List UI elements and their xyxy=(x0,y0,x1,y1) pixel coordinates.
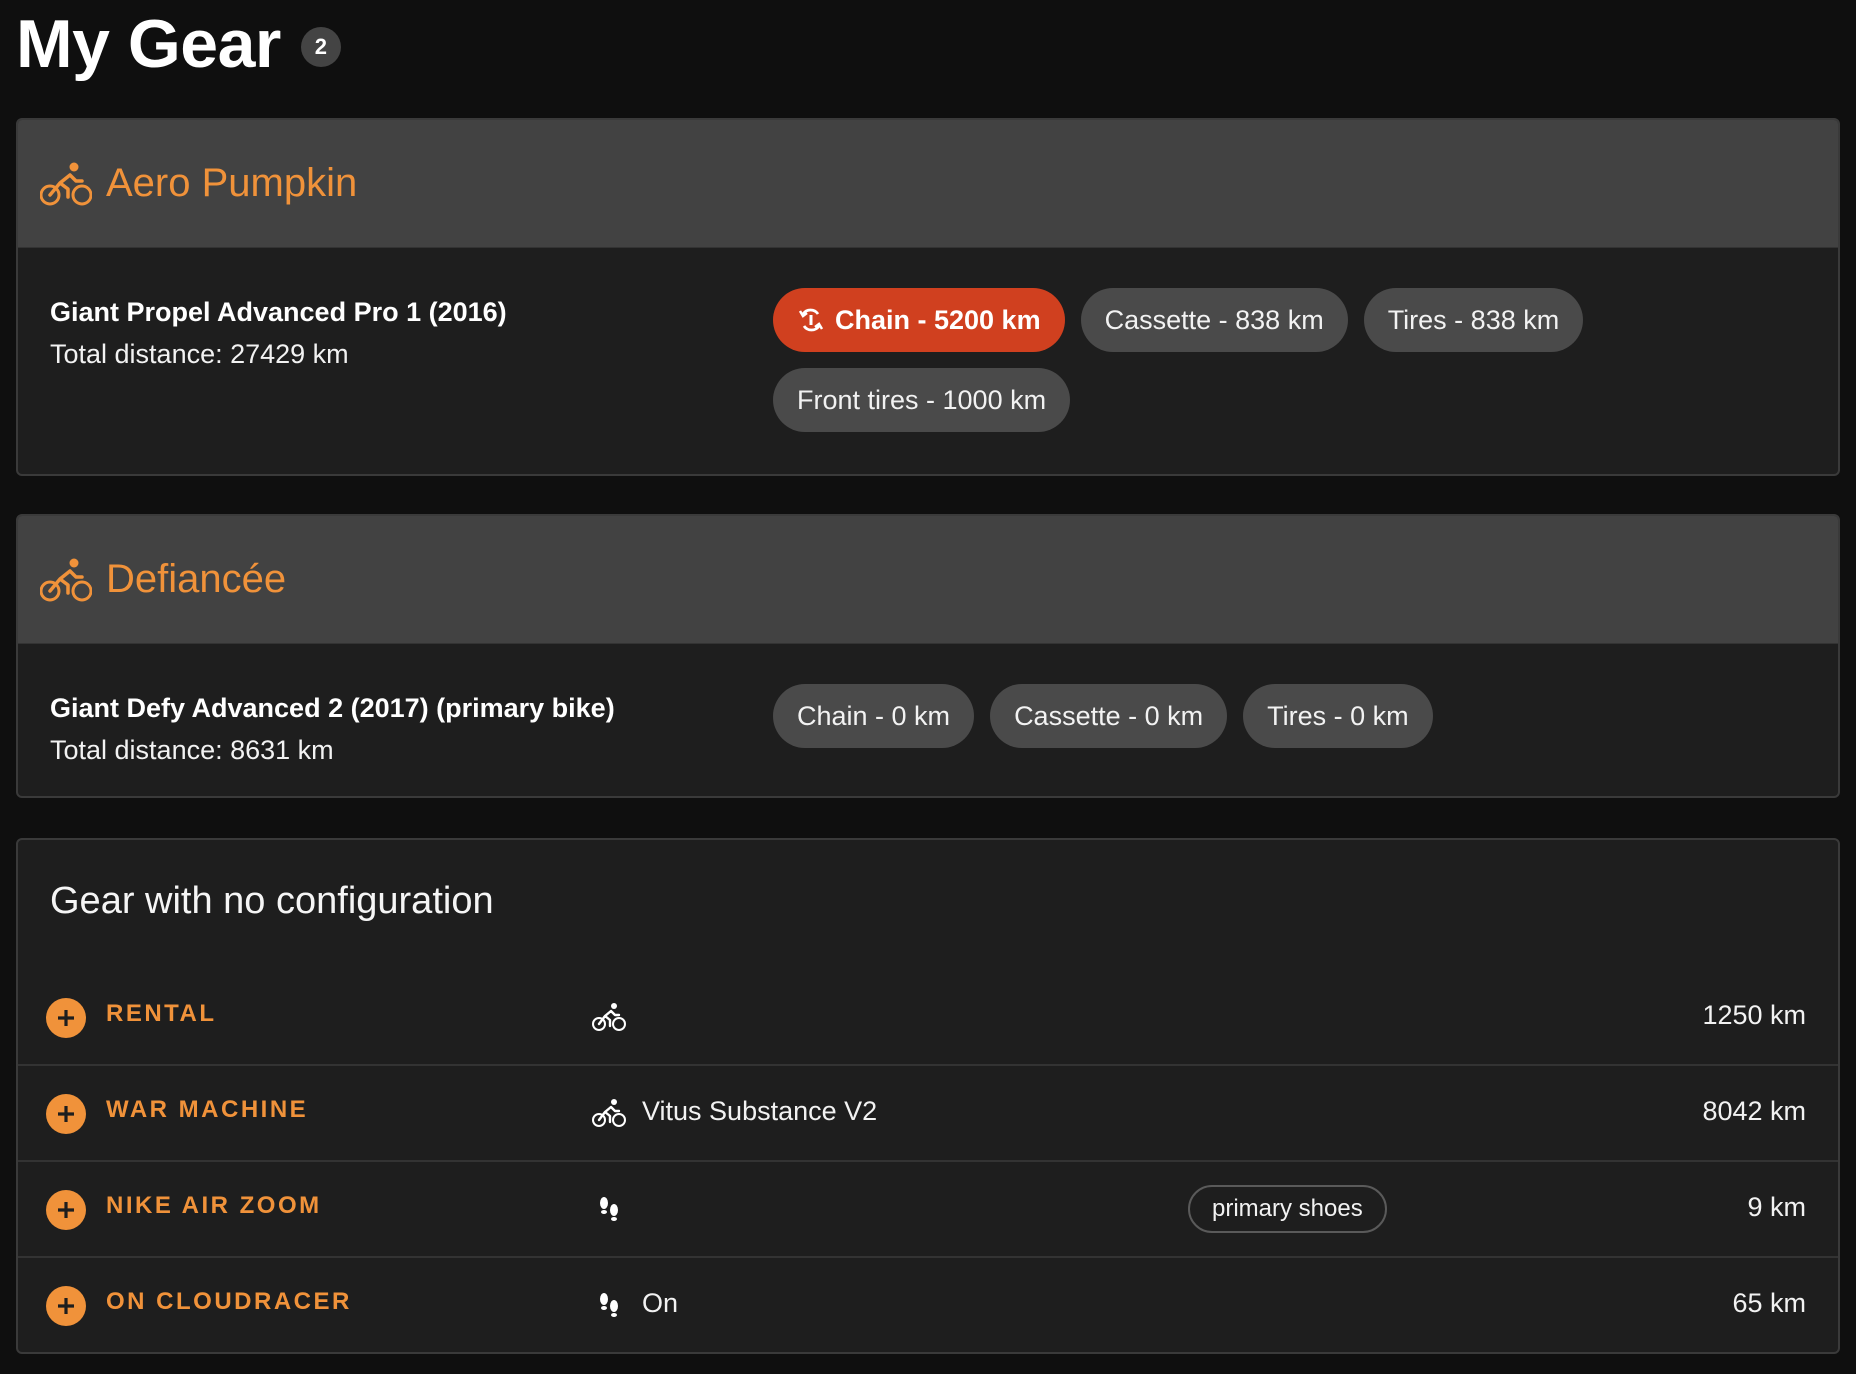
add-config-button[interactable] xyxy=(46,1190,86,1230)
component-chip-front-tires[interactable]: Front tires - 1000 km xyxy=(773,368,1071,432)
bike-total-distance: Total distance: 27429 km xyxy=(50,339,349,369)
component-chip-tires[interactable]: Tires - 0 km xyxy=(1243,684,1433,748)
plus-icon xyxy=(58,1202,74,1218)
gear-name: ON CLOUDRACER xyxy=(106,1288,352,1315)
no-config-title: Gear with no configuration xyxy=(50,880,494,922)
plus-icon xyxy=(58,1298,74,1314)
gear-distance: 1250 km xyxy=(1702,1000,1806,1030)
bike-name: Aero Pumpkin xyxy=(106,161,358,205)
component-chip-cassette[interactable]: Cassette - 838 km xyxy=(1080,288,1348,352)
gear-card-header[interactable]: Aero Pumpkin xyxy=(18,120,1838,248)
add-config-button[interactable] xyxy=(46,998,86,1038)
page-header: My Gear 2 xyxy=(16,4,341,84)
gear-name: RENTAL xyxy=(106,1000,217,1027)
gear-card-aero-pumpkin[interactable]: Aero Pumpkin Giant Propel Advanced Pro 1… xyxy=(16,118,1840,476)
page-title: My Gear xyxy=(16,6,281,82)
footprints-icon xyxy=(600,1293,618,1317)
gear-name: NIKE AIR ZOOM xyxy=(106,1192,322,1219)
gear-row-rental[interactable]: RENTAL 1250 km xyxy=(18,970,1838,1066)
component-chips: Chain - 0 km Cassette - 0 km Tires - 0 k… xyxy=(773,684,1733,748)
footprints-icon xyxy=(600,1197,618,1221)
my-gear-page: My Gear 2 Aero Pumpkin Giant Propel Adva… xyxy=(0,0,1856,1374)
bike-icon xyxy=(40,162,92,205)
bike-icon xyxy=(592,1099,626,1127)
gear-distance: 9 km xyxy=(1747,1192,1806,1222)
primary-shoes-tag: primary shoes xyxy=(1188,1185,1387,1233)
bike-model: Giant Defy Advanced 2 (2017) (primary bi… xyxy=(50,693,615,723)
gear-row-nike-air-zoom[interactable]: NIKE AIR ZOOM primary shoes 9 km xyxy=(18,1162,1838,1258)
bike-icon xyxy=(40,558,92,601)
gear-count-badge: 2 xyxy=(300,27,341,67)
bike-icon xyxy=(592,1003,626,1031)
gear-distance: 8042 km xyxy=(1702,1096,1806,1126)
gear-name: WAR MACHINE xyxy=(106,1096,309,1123)
bike-name: Defiancée xyxy=(106,557,287,601)
gear-row-war-machine[interactable]: WAR MACHINE Vitus Substance V2 8042 km xyxy=(18,1066,1838,1162)
replace-icon xyxy=(798,308,824,332)
component-chip-label: Front tires - 1000 km xyxy=(797,384,1047,415)
gear-card-defiancee[interactable]: Defiancée Giant Defy Advanced 2 (2017) (… xyxy=(16,514,1840,798)
component-chip-label: Cassette - 838 km xyxy=(1104,304,1324,335)
component-chip-tires[interactable]: Tires - 838 km xyxy=(1363,288,1584,352)
gear-model: On xyxy=(642,1288,679,1318)
component-chip-chain[interactable]: Chain - 5200 km xyxy=(773,288,1065,352)
component-chip-label: Chain - 0 km xyxy=(797,700,951,731)
component-chip-label: Chain - 5200 km xyxy=(835,304,1041,335)
gear-list: RENTAL 1250 km WAR MACHINE Vitus Substan… xyxy=(18,970,1838,1352)
component-chip-label: Tires - 838 km xyxy=(1387,304,1560,335)
component-chips: Chain - 5200 km Cassette - 838 km Tires … xyxy=(773,288,1733,432)
gear-distance: 65 km xyxy=(1732,1288,1806,1318)
gear-row-on-cloudracer[interactable]: ON CLOUDRACER On 65 km xyxy=(18,1258,1838,1352)
bike-info: Giant Defy Advanced 2 (2017) (primary bi… xyxy=(50,688,615,772)
add-config-button[interactable] xyxy=(46,1094,86,1134)
bike-model: Giant Propel Advanced Pro 1 (2016) xyxy=(50,297,507,327)
component-chip-chain[interactable]: Chain - 0 km xyxy=(773,684,975,748)
no-config-panel: Gear with no configuration RENTAL 1250 k… xyxy=(16,838,1840,1354)
plus-icon xyxy=(58,1106,74,1122)
gear-model: Vitus Substance V2 xyxy=(642,1096,878,1126)
gear-card-header[interactable]: Defiancée xyxy=(18,516,1838,644)
bike-info: Giant Propel Advanced Pro 1 (2016) Total… xyxy=(50,292,507,376)
bike-total-distance: Total distance: 8631 km xyxy=(50,735,334,765)
add-config-button[interactable] xyxy=(46,1286,86,1326)
component-chip-label: Cassette - 0 km xyxy=(1014,700,1204,731)
component-chip-cassette[interactable]: Cassette - 0 km xyxy=(990,684,1228,748)
component-chip-label: Tires - 0 km xyxy=(1267,700,1409,731)
plus-icon xyxy=(58,1010,74,1026)
